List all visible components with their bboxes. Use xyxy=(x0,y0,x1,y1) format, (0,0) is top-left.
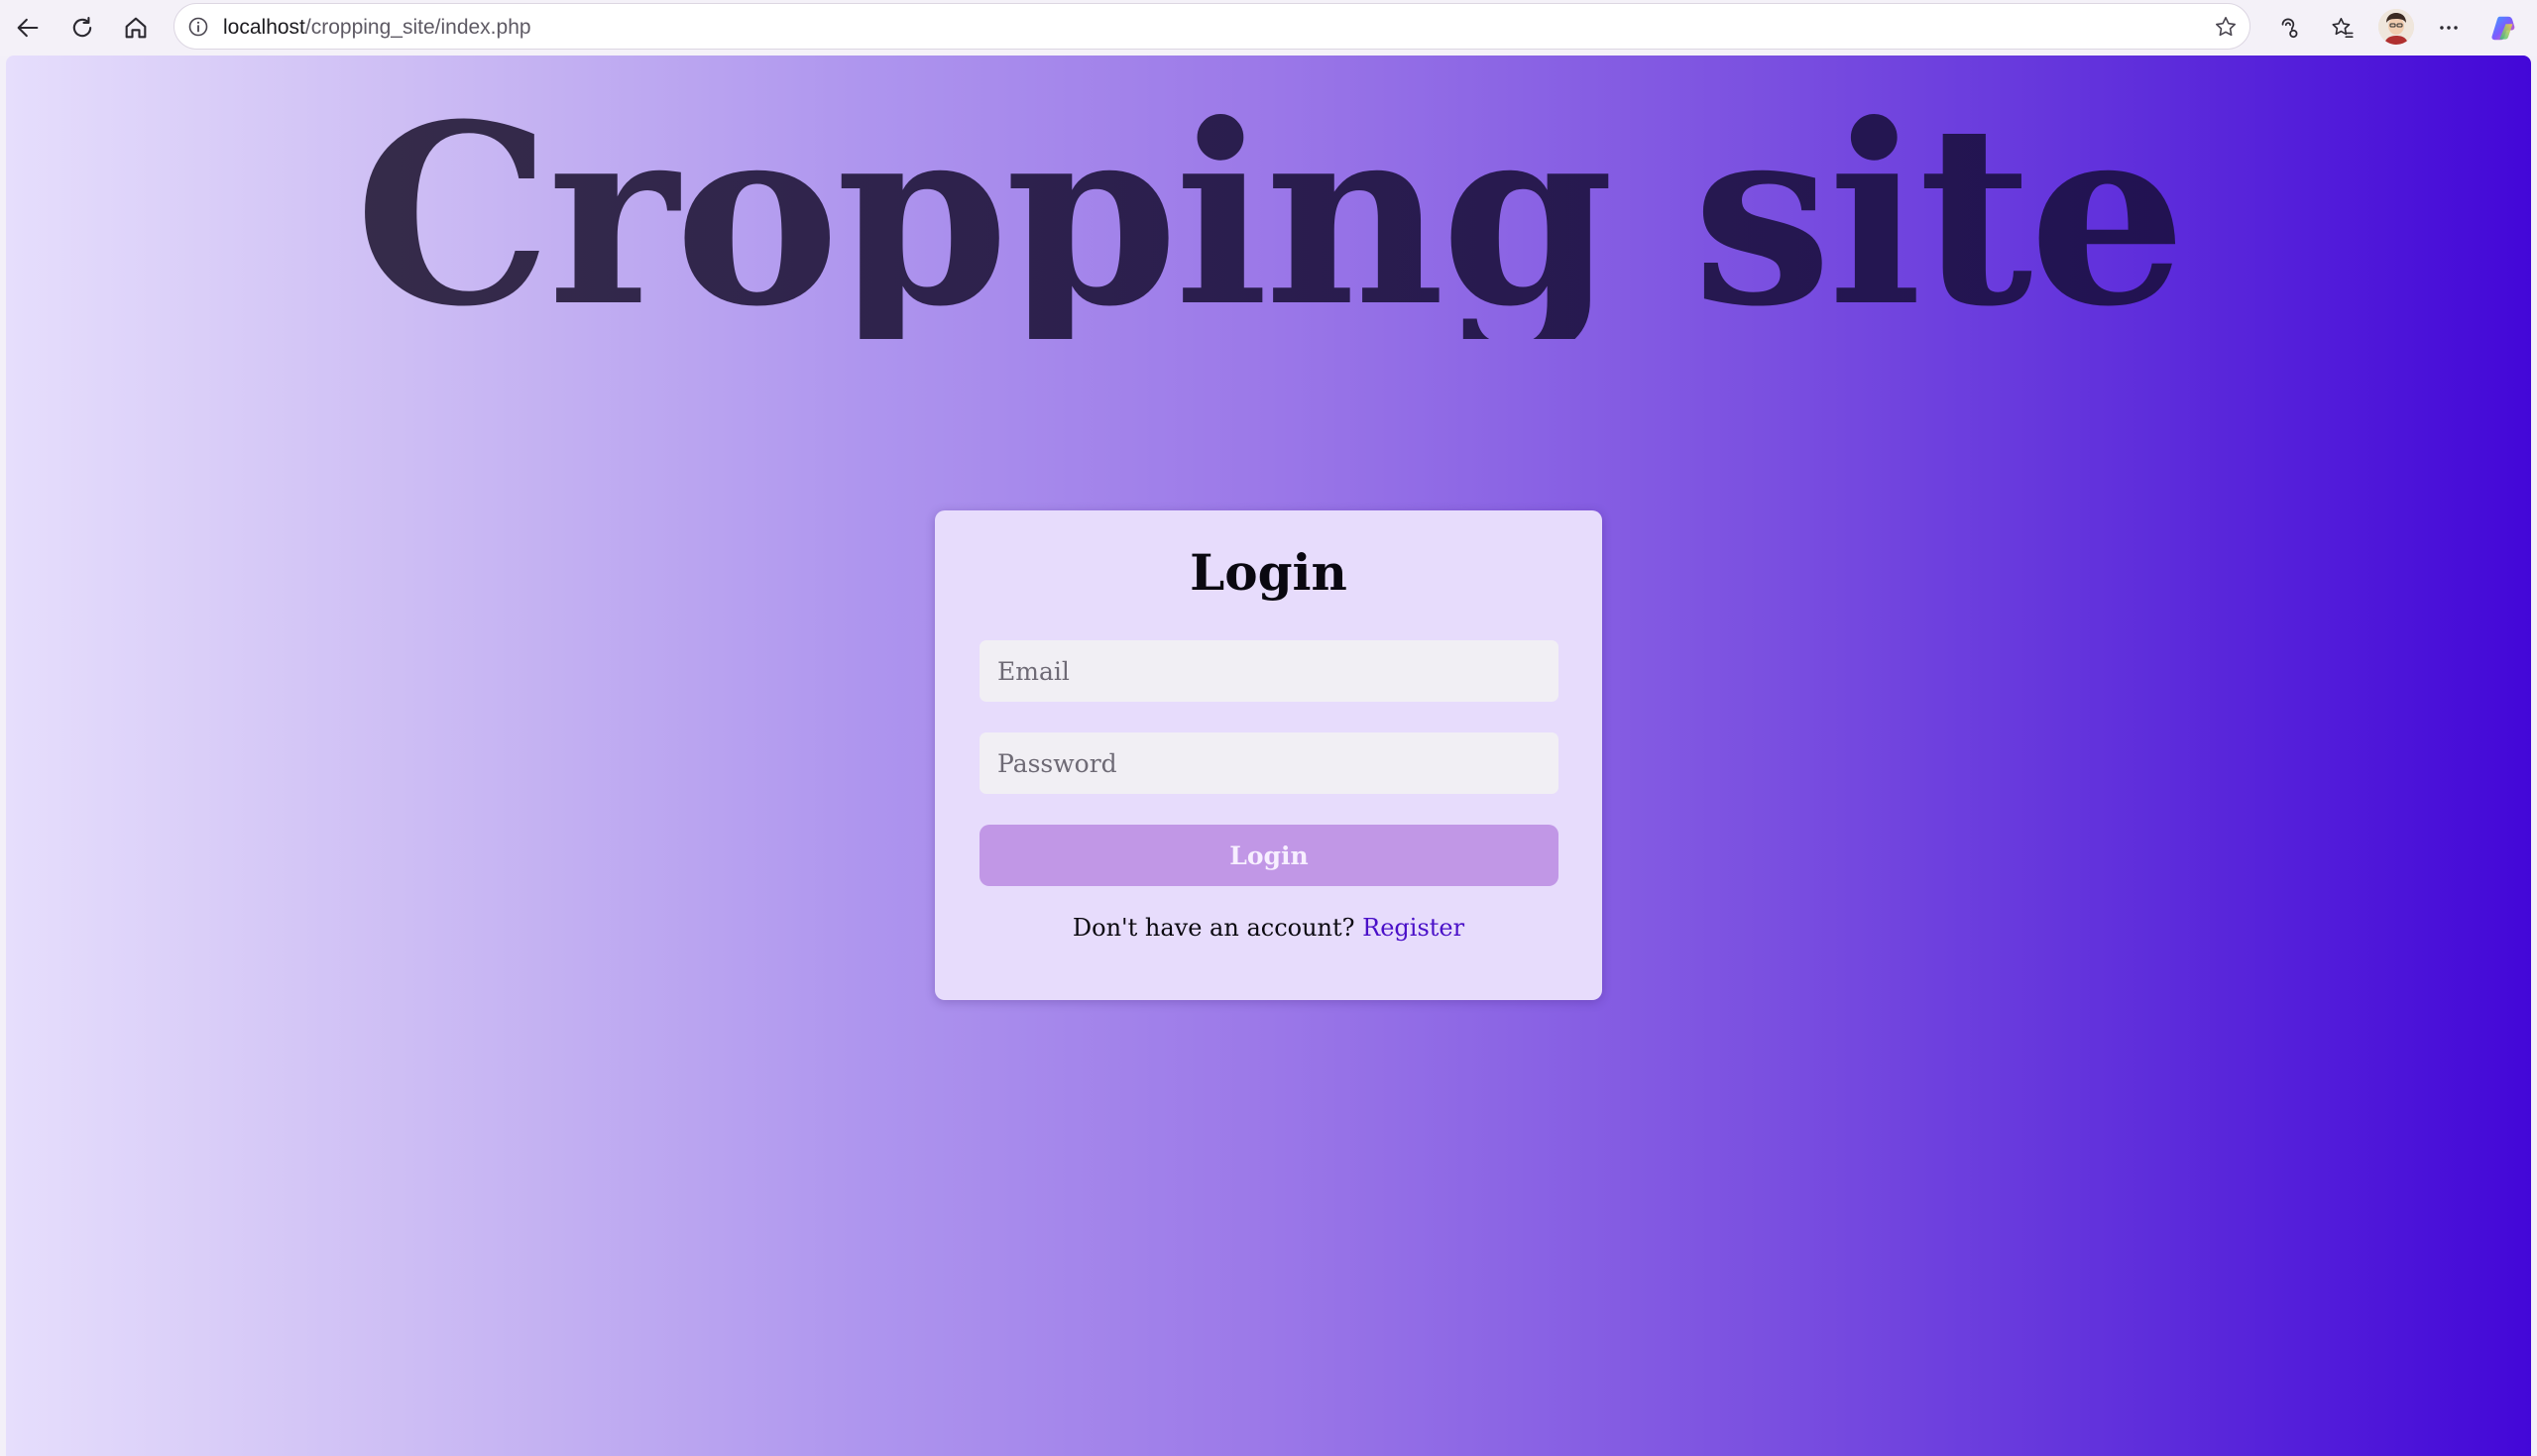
read-aloud-icon xyxy=(2281,18,2298,39)
url-host: localhost xyxy=(223,16,305,39)
copilot-icon xyxy=(2491,16,2515,41)
back-icon xyxy=(17,18,39,38)
email-field[interactable] xyxy=(980,640,1558,702)
page-viewport: Cropping site Login Login Don't have an … xyxy=(6,56,2531,1456)
register-link[interactable]: Register xyxy=(1362,914,1464,942)
home-icon xyxy=(125,17,147,39)
profile-avatar[interactable] xyxy=(2378,9,2414,45)
favorite-star-icon xyxy=(2215,16,2237,37)
url-text[interactable]: localhost/cropping_site/index.php xyxy=(223,16,531,40)
copilot-button[interactable] xyxy=(2483,8,2523,48)
url-path: /cropping_site/index.php xyxy=(304,16,531,39)
site-title: Cropping site xyxy=(6,91,2531,339)
home-button[interactable] xyxy=(114,6,158,50)
back-button[interactable] xyxy=(6,6,50,50)
login-heading: Login xyxy=(1190,543,1347,602)
register-prompt-line: Don't have an account? Register xyxy=(935,914,1602,942)
refresh-button[interactable] xyxy=(60,6,104,50)
login-button[interactable]: Login xyxy=(980,825,1558,886)
site-info-icon[interactable] xyxy=(184,13,212,41)
register-prompt-text: Don't have an account? xyxy=(1072,914,1355,942)
more-button[interactable] xyxy=(2429,8,2469,48)
read-aloud-button[interactable] xyxy=(2269,8,2309,48)
more-icon xyxy=(2440,26,2458,30)
login-card: Login Login Don't have an account? Regis… xyxy=(935,510,1602,1000)
favorites-icon xyxy=(2332,17,2354,39)
refresh-icon xyxy=(72,17,92,38)
favorite-star-button[interactable] xyxy=(2210,11,2242,43)
browser-toolbar: localhost/cropping_site/index.php xyxy=(0,0,2537,56)
favorites-button[interactable] xyxy=(2323,8,2363,48)
address-bar[interactable]: localhost/cropping_site/index.php xyxy=(173,3,2250,50)
password-field[interactable] xyxy=(980,732,1558,794)
